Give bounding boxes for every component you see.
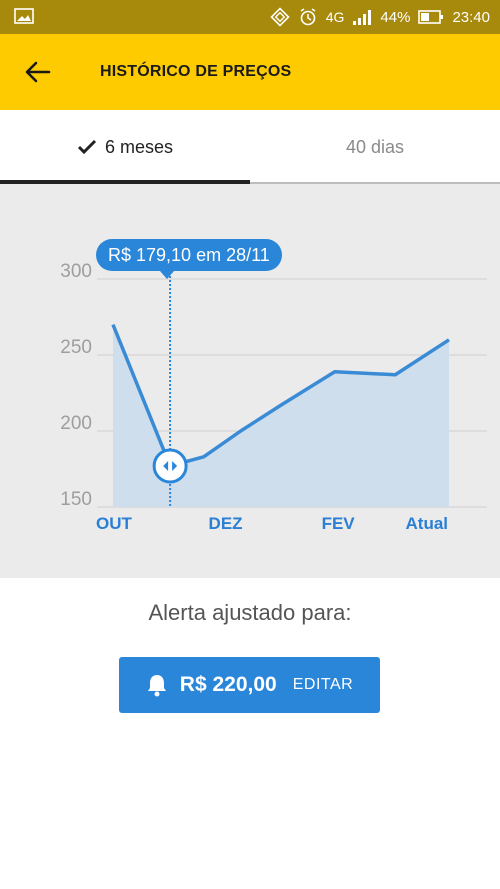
alert-price-button[interactable]: R$ 220,00 EDITAR	[119, 657, 380, 713]
check-icon	[77, 139, 97, 155]
highlight-marker	[152, 448, 188, 484]
arrow-back-icon	[25, 61, 51, 83]
back-button[interactable]	[18, 52, 58, 92]
y-tick-label: 150	[60, 489, 92, 510]
battery-percent: 44%	[380, 8, 411, 26]
app-bar: HISTÓRICO DE PREÇOS	[0, 34, 500, 110]
x-tick-label: DEZ	[209, 514, 243, 533]
battery-icon	[418, 9, 444, 25]
alert-price: R$ 220,00	[179, 673, 277, 696]
alarm-icon	[298, 7, 318, 27]
tab-bar: 6 meses 40 dias	[0, 110, 500, 184]
x-tick-label: FEV	[322, 514, 356, 533]
y-tick-label: 250	[60, 337, 92, 358]
tooltip-text: R$ 179,10 em 28/11	[108, 244, 270, 265]
rotate-icon	[270, 7, 290, 27]
bell-icon	[147, 675, 166, 697]
price-tooltip: R$ 179,10 em 28/11	[96, 239, 282, 279]
gallery-notification-icon	[14, 8, 34, 29]
clock: 23:40	[452, 8, 490, 26]
network-type: 4G	[325, 9, 345, 25]
y-tick-label: 300	[60, 261, 92, 282]
x-tick-label: OUT	[96, 514, 133, 533]
tab-label: 40 dias	[345, 136, 405, 157]
status-bar: 4G 44% 23:40	[0, 0, 500, 34]
tab-40-dias[interactable]: 40 dias	[250, 110, 500, 184]
tab-6-meses[interactable]: 6 meses	[0, 110, 250, 184]
alert-label: Alerta ajustado para:	[148, 600, 352, 625]
signal-icon	[352, 9, 372, 25]
x-tick-label: Atual	[406, 514, 449, 533]
edit-button-label: EDITAR	[292, 676, 354, 693]
tab-label: 6 meses	[104, 136, 174, 157]
page-title: HISTÓRICO DE PREÇOS	[100, 63, 292, 80]
y-tick-label: 200	[60, 413, 92, 434]
